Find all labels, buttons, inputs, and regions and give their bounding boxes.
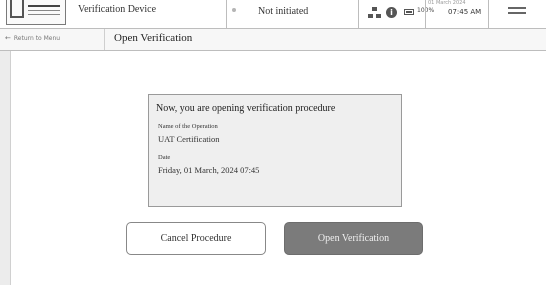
- top-bar: Verification Device Not initiated i 100%…: [0, 0, 546, 29]
- back-arrow-icon: ←: [5, 34, 11, 42]
- status-text: Not initiated: [258, 6, 309, 17]
- date-label: Date: [158, 154, 171, 161]
- open-verification-button[interactable]: Open Verification: [284, 222, 423, 255]
- date-small: 01 March 2024: [428, 0, 466, 6]
- company-logo: [6, 0, 66, 25]
- return-to-menu-link[interactable]: ← Return to Menu: [5, 34, 60, 42]
- date-value: Friday, 01 March, 2024 07:45: [158, 165, 260, 175]
- status-indicator-icon: [232, 8, 236, 12]
- sub-header: ← Return to Menu Open Verification: [0, 29, 546, 51]
- operation-name-label: Name of the Operation: [158, 123, 218, 130]
- cancel-procedure-button[interactable]: Cancel Procedure: [126, 222, 266, 255]
- return-to-menu-label: Return to Menu: [13, 35, 61, 42]
- divider: [104, 29, 105, 50]
- dialog-title: Now, you are opening verification proced…: [156, 103, 336, 114]
- clock-time: 07:45 AM: [448, 8, 482, 16]
- device-label: Verification Device: [78, 4, 157, 15]
- divider: [488, 0, 489, 28]
- divider: [226, 0, 227, 28]
- logo-mark: [10, 0, 24, 18]
- info-icon[interactable]: i: [386, 7, 397, 18]
- logo-wordmark: [28, 5, 60, 18]
- divider: [358, 0, 359, 28]
- operation-name-value: UAT Certification: [158, 134, 220, 144]
- page-title: Open Verification: [114, 32, 193, 44]
- network-icon: [368, 6, 382, 20]
- hamburger-menu-icon[interactable]: [508, 7, 526, 19]
- divider: [425, 0, 426, 28]
- battery-icon: [404, 9, 414, 15]
- verification-info-card: Now, you are opening verification proced…: [148, 94, 402, 207]
